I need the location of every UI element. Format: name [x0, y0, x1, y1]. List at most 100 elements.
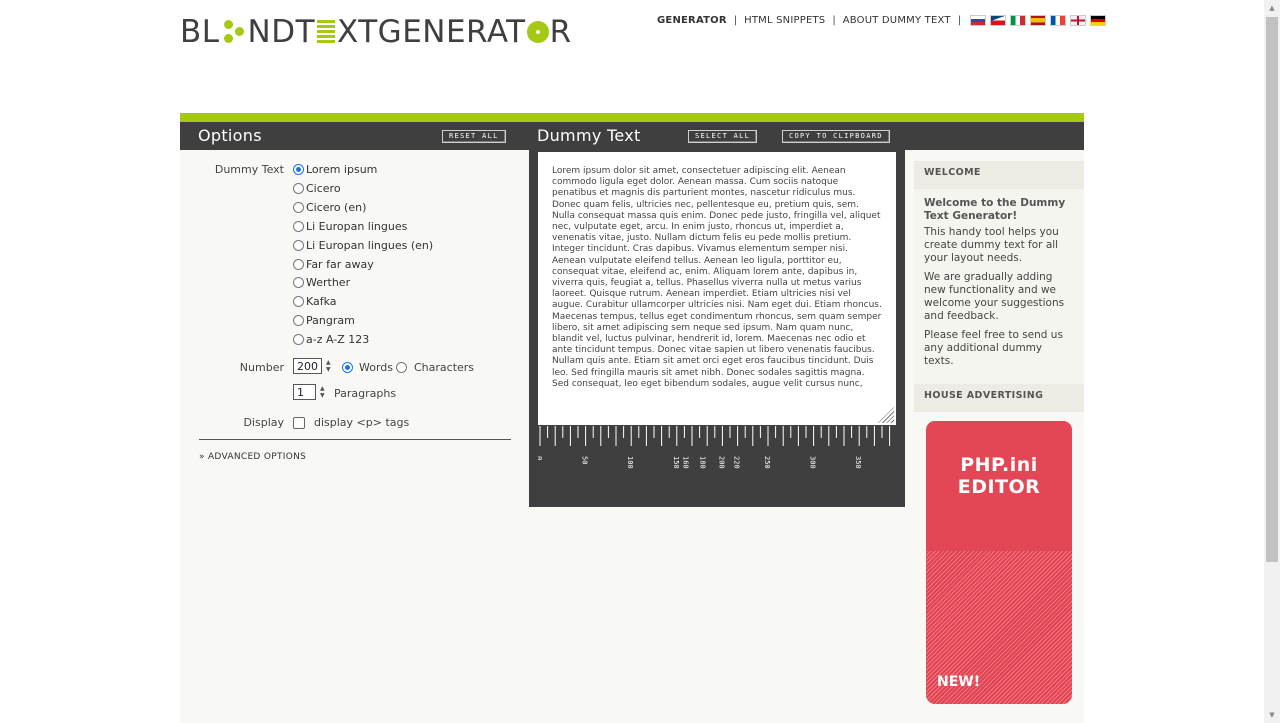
words-label: Words — [359, 361, 394, 374]
scroll-down-icon[interactable]: ▼ — [1264, 707, 1280, 723]
paragraphs-stepper-icon[interactable]: ▲ ▼ — [320, 385, 327, 399]
ruler-label: 300 — [809, 456, 817, 469]
character-ruler: 0 50 100 150160 180 200 220 250 300 350 — [538, 426, 896, 498]
dummy-text-option[interactable]: Pangram — [293, 314, 355, 327]
welcome-paragraph: We are gradually adding new functionalit… — [924, 271, 1065, 322]
characters-radio[interactable] — [396, 362, 407, 373]
dummy-text-label: Dummy Text — [214, 163, 284, 176]
resize-handle-icon[interactable] — [878, 407, 894, 423]
ruler-label: 160 — [682, 456, 690, 469]
nav-generator[interactable]: GENERATOR — [657, 15, 727, 26]
ruler-label: 0 — [538, 456, 543, 460]
dummy-text-option[interactable]: Li Europan lingues — [293, 220, 407, 233]
nav-about[interactable]: ABOUT DUMMY TEXT — [843, 15, 951, 26]
characters-label: Characters — [414, 361, 475, 374]
scrollbar-thumb[interactable] — [1266, 17, 1278, 562]
dummy-text-option-label: Li Europan lingues — [306, 219, 408, 233]
number-input[interactable]: 200 — [293, 358, 322, 374]
options-title: Options — [198, 126, 262, 145]
language-flags — [970, 15, 1107, 26]
radio-button[interactable] — [293, 334, 304, 346]
page-scrollbar[interactable]: ▲ ▼ — [1264, 0, 1280, 723]
flag-spanish-icon[interactable] — [1030, 15, 1047, 26]
dummy-text-option-label: Far far away — [306, 257, 374, 271]
dummy-text-option-label: Lorem ipsum — [306, 163, 378, 176]
dummy-text-option[interactable]: Lorem ipsum — [293, 163, 377, 176]
radio-button[interactable] — [293, 220, 304, 232]
dummy-text-option[interactable]: Werther — [293, 276, 350, 289]
radio-button[interactable] — [293, 258, 304, 270]
welcome-body: Welcome to the Dummy Text Generator! Thi… — [914, 189, 1084, 384]
flag-czech-icon[interactable] — [990, 15, 1007, 26]
ad-title-line-2: EDITOR — [957, 476, 1041, 498]
php-ini-editor-ad[interactable]: PHP.ini EDITOR NEW! — [926, 421, 1072, 704]
dummy-text-option-label: Werther — [306, 276, 351, 290]
radio-button[interactable] — [293, 201, 304, 213]
paragraphs-input[interactable]: 1 — [293, 384, 316, 400]
dummy-text-option-label: a-z A-Z 123 — [306, 333, 370, 347]
generator-main: Options RESET ALL Dummy Text SELECT ALL … — [180, 113, 1084, 723]
flag-german-icon[interactable] — [1090, 15, 1107, 26]
dummy-text-panel: Lorem ipsum dolor sit amet, consectetuer… — [529, 150, 905, 507]
dummy-text-option-label: Pangram — [306, 314, 355, 328]
ad-title-line-1: PHP.ini — [960, 454, 1038, 476]
display-p-tags-checkbox[interactable] — [293, 417, 305, 429]
display-label: Display — [243, 416, 284, 429]
dummy-text-option[interactable]: Cicero — [293, 182, 341, 195]
radio-button[interactable] — [293, 315, 304, 327]
logo-text-4: R — [549, 14, 572, 50]
dummy-text-content: Lorem ipsum dolor sit amet, consectetuer… — [552, 166, 882, 389]
options-divider — [199, 439, 511, 440]
ruler-label: 350 — [854, 456, 862, 469]
flag-russian-icon[interactable] — [970, 15, 987, 26]
radio-button[interactable] — [293, 182, 304, 194]
logo-text-3: XTGENERAT — [337, 14, 526, 50]
radio-button[interactable] — [293, 239, 304, 251]
words-radio[interactable] — [342, 362, 353, 373]
dummy-text-option[interactable]: Li Europan lingues (en) — [293, 239, 433, 252]
radio-button[interactable] — [293, 277, 304, 289]
number-stepper-icon[interactable]: ▲ ▼ — [326, 359, 333, 373]
nav-separator: | — [832, 15, 836, 26]
dummy-text-option[interactable]: a-z A-Z 123 — [293, 333, 369, 346]
ruler-label: 200 — [717, 456, 725, 469]
advanced-options-link[interactable]: » ADVANCED OPTIONS — [199, 452, 306, 462]
dummy-text-option-label: Cicero (en) — [306, 200, 367, 214]
dummy-text-area[interactable]: Lorem ipsum dolor sit amet, consectetuer… — [538, 152, 896, 425]
top-nav: GENERATOR | HTML SNIPPETS | ABOUT DUMMY … — [657, 15, 1107, 26]
dummy-text-option-label: Li Europan lingues (en) — [306, 238, 434, 252]
welcome-paragraph: Please feel free to send us any addition… — [924, 329, 1063, 367]
flag-italian-icon[interactable] — [1010, 15, 1027, 26]
nav-separator: | — [957, 15, 962, 26]
logo-bars-icon — [317, 20, 336, 44]
radio-button[interactable] — [293, 296, 304, 308]
ruler-label: 150 — [672, 456, 680, 469]
reset-all-button[interactable]: RESET ALL — [442, 130, 506, 143]
ruler-label: 100 — [626, 456, 634, 469]
dummy-text-option[interactable]: Kafka — [293, 295, 337, 308]
dummy-text-option[interactable]: Cicero (en) — [293, 201, 366, 214]
display-p-tags-label: display <p> tags — [314, 416, 410, 429]
logo-gear-icon — [526, 21, 549, 43]
accent-bar — [180, 113, 1084, 122]
scroll-up-icon[interactable]: ▲ — [1264, 0, 1280, 16]
welcome-lead: Welcome to the Dummy Text Generator! — [924, 197, 1066, 222]
nav-html-snippets[interactable]: HTML SNIPPETS — [744, 15, 825, 26]
number-label: Number — [239, 361, 284, 374]
ruler-label: 180 — [698, 456, 706, 469]
flag-english-icon[interactable] — [1070, 15, 1087, 26]
select-all-button[interactable]: SELECT ALL — [688, 130, 758, 143]
ruler-label: 50 — [581, 456, 589, 464]
sidebar: WELCOME Welcome to the Dummy Text Genera… — [914, 161, 1084, 412]
radio-button[interactable] — [293, 164, 304, 175]
dummy-text-option[interactable]: Far far away — [293, 258, 374, 271]
site-logo[interactable]: BL NDT XTGENERAT R — [180, 12, 572, 52]
dummy-text-option-label: Cicero — [306, 181, 341, 195]
paragraphs-label: Paragraphs — [334, 387, 397, 400]
welcome-paragraph: This handy tool helps you create dummy t… — [924, 226, 1059, 264]
copy-to-clipboard-button[interactable]: COPY TO CLIPBOARD — [782, 130, 890, 143]
welcome-heading: WELCOME — [914, 161, 1084, 189]
flag-french-icon[interactable] — [1050, 15, 1067, 26]
house-advertising-heading: HOUSE ADVERTISING — [914, 384, 1084, 412]
nav-separator: | — [733, 15, 738, 26]
